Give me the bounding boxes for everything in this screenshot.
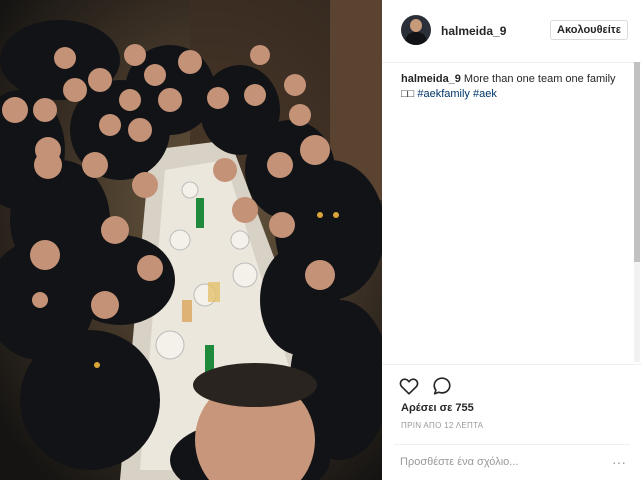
post-timestamp[interactable]: ΠΡΙΝ ΑΠΟ 12 ΛΕΠΤΑ xyxy=(401,421,483,430)
likes-count[interactable]: Αρέσει σε 755 xyxy=(401,402,474,414)
post-side-panel: halmeida_9 Ακολουθείτε halmeida_9 More th… xyxy=(382,0,642,480)
following-button[interactable]: Ακολουθείτε xyxy=(550,20,628,40)
caption-username-link[interactable]: halmeida_9 xyxy=(401,73,461,85)
comments-scrollbar[interactable] xyxy=(634,62,640,362)
username-link[interactable]: halmeida_9 xyxy=(441,24,506,38)
scrollbar-thumb[interactable] xyxy=(634,62,640,262)
post-header: halmeida_9 Ακολουθείτε xyxy=(382,0,642,63)
comment-icon[interactable] xyxy=(431,375,453,397)
post-actions: Αρέσει σε 755 ΠΡΙΝ ΑΠΟ 12 ΛΕΠΤΑ ··· xyxy=(382,364,642,481)
avatar-body xyxy=(405,32,427,45)
avatar[interactable] xyxy=(401,15,431,45)
hashtag-aekfamily-link[interactable]: #aekfamily xyxy=(417,88,470,100)
group-photo-illustration xyxy=(0,0,382,480)
heart-icon[interactable] xyxy=(398,375,420,397)
avatar-face xyxy=(410,19,422,32)
more-options-icon[interactable]: ··· xyxy=(612,455,626,469)
post-caption: halmeida_9 More than one team one family … xyxy=(401,72,621,102)
comment-bar: ··· xyxy=(394,444,630,481)
hashtag-aek-link[interactable]: #aek xyxy=(473,88,497,100)
comment-input[interactable] xyxy=(400,451,600,473)
post-photo[interactable] xyxy=(0,0,382,480)
